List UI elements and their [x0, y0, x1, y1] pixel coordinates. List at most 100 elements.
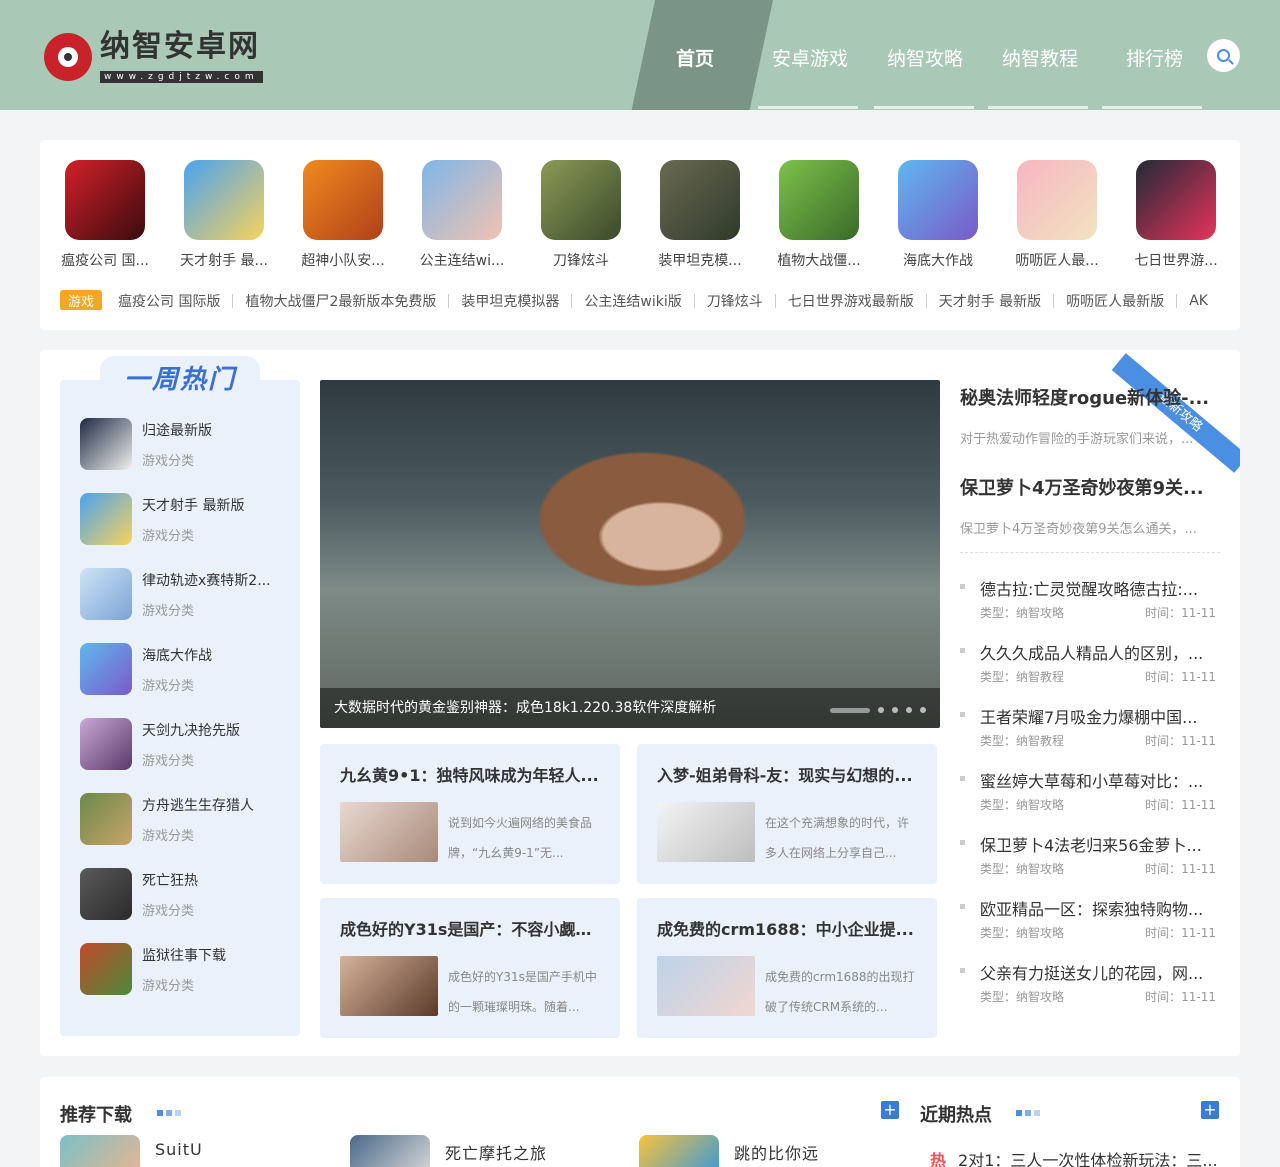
featured-desc: 对于热爱动作冒险的手游玩家们来说，... [960, 432, 1194, 447]
hot-item[interactable]: 死亡狂热 游戏分类 [80, 868, 290, 923]
recommend-name: SuitU [155, 1140, 203, 1159]
game-tile[interactable]: 海底大作战 [888, 160, 988, 270]
game-tile[interactable]: 植物大战僵... [769, 160, 869, 270]
game-name: 刀锋炫斗 [553, 253, 609, 269]
game-icon [422, 160, 502, 240]
hot-item[interactable]: 天才射手 最新版 游戏分类 [80, 493, 290, 548]
article-card-title[interactable]: 成免费的crm1688：中小企业提... [657, 916, 919, 940]
weekly-hot-header: 一周热门 [100, 356, 260, 404]
slider-dot[interactable] [920, 707, 926, 713]
article-card-thumb [340, 956, 438, 1016]
news-time: 时间：11-11 [1145, 926, 1216, 940]
news-type: 类型：纳智教程 [980, 734, 1065, 748]
nav-home[interactable]: 首页 [676, 44, 714, 71]
hot-item[interactable]: 方舟逃生生存猎人 游戏分类 [80, 793, 290, 848]
news-title[interactable]: 久久久成品人精品人的区别，... [980, 640, 1216, 664]
news-item[interactable]: 父亲有力挺送女儿的花园，网... 类型：纳智攻略 时间：11-11 [960, 960, 1220, 1010]
game-icon [779, 160, 859, 240]
game-tile[interactable]: 公主连结wi... [412, 160, 512, 270]
recommend-more-button[interactable]: + [881, 1101, 899, 1119]
hot-item-name: 天剑九决抢先版 [142, 723, 240, 739]
recommend-item[interactable]: 死亡摩托之旅 [350, 1135, 590, 1167]
nav-android-games[interactable]: 安卓游戏 [772, 44, 848, 71]
slider-image [320, 380, 940, 728]
featured-title[interactable]: 保卫萝卜4万圣奇妙夜第9关... [960, 474, 1216, 500]
news-type: 类型：纳智攻略 [980, 926, 1065, 940]
news-title[interactable]: 欧亚精品一区：探索独特购物... [980, 896, 1216, 920]
bullet-icon [960, 776, 965, 781]
tag-link[interactable]: 植物大战僵尸2最新版本免费版 [245, 291, 436, 311]
game-tile[interactable]: 装甲坦克模... [650, 160, 750, 270]
hot-item[interactable]: 律动轨迹x赛特斯2... 游戏分类 [80, 568, 290, 623]
hot-item[interactable]: 海底大作战 游戏分类 [80, 643, 290, 698]
recommend-item[interactable]: SuitU [60, 1135, 300, 1167]
hot-thumb [80, 418, 132, 470]
news-time: 时间：11-11 [1145, 734, 1216, 748]
main-panel: 一周热门 归途最新版 游戏分类 天才射手 最新版 游戏分类 律动轨迹x赛特斯2...… [40, 350, 1240, 1056]
slider-dot[interactable] [878, 707, 884, 713]
game-name: 瘟疫公司 国... [61, 253, 149, 269]
news-item[interactable]: 久久久成品人精品人的区别，... 类型：纳智教程 时间：11-11 [960, 640, 1220, 690]
news-title[interactable]: 父亲有力挺送女儿的花园，网... [980, 960, 1216, 984]
news-title[interactable]: 保卫萝卜4法老归来56金萝卜... [980, 832, 1216, 856]
game-tile[interactable]: 超神小队安... [293, 160, 393, 270]
slider-dot[interactable] [906, 707, 912, 713]
hot-item[interactable]: 归途最新版 游戏分类 [80, 418, 290, 473]
article-card-title[interactable]: 九幺黄9•1：独特风味成为年轻人... [340, 762, 602, 786]
game-tile[interactable]: 刀锋炫斗 [531, 160, 631, 270]
recommend-item[interactable]: 跳的比你远 [639, 1135, 879, 1167]
tag-link[interactable]: 瘟疫公司 国际版 [118, 291, 220, 311]
hot-item[interactable]: 监狱往事下载 游戏分类 [80, 943, 290, 998]
site-logo[interactable]: 纳智安卓网 www.zgdjtzw.com [44, 30, 263, 83]
game-tile[interactable]: 呖呖匠人最... [1007, 160, 1107, 270]
hot-item-category: 游戏分类 [142, 829, 195, 844]
nav-tutorials[interactable]: 纳智教程 [1002, 44, 1078, 71]
slider-dots [830, 707, 926, 713]
featured-title[interactable]: 秘奥法师轻度rogue新体验-... [960, 384, 1216, 410]
tag-link[interactable]: 七日世界游戏最新版 [788, 291, 914, 311]
nav-rankings[interactable]: 排行榜 [1126, 44, 1183, 71]
featured-slider[interactable]: 大数据时代的黄金鉴别神器：成色18k1.220.38软件深度解析 [320, 380, 940, 728]
hot-item-category: 游戏分类 [142, 979, 195, 994]
recent-hot-more-button[interactable]: + [1201, 1101, 1219, 1119]
game-tile[interactable]: 七日世界游... [1126, 160, 1226, 270]
recent-hot-item[interactable]: 热 2对1：三人一次性体检新玩法：三... [930, 1147, 1230, 1167]
tag-link[interactable]: 呖呖匠人最新版 [1066, 291, 1164, 311]
article-card[interactable]: 成免费的crm1688：中小企业提... 成免费的crm1688的出现打破了传统C… [637, 898, 937, 1038]
news-title[interactable]: 德古拉:亡灵觉醒攻略德古拉:... [980, 576, 1216, 600]
hot-item[interactable]: 天剑九决抢先版 游戏分类 [80, 718, 290, 773]
slider-dot[interactable] [892, 707, 898, 713]
news-title[interactable]: 蜜丝婷大草莓和小草莓对比：... [980, 768, 1216, 792]
tag-link[interactable]: 天才射手 最新版 [939, 291, 1041, 311]
recent-hot-item-title: 2对1：三人一次性体检新玩法：三... [958, 1151, 1218, 1167]
article-card-title[interactable]: 成色好的Y31s是国产：不容小觑的... [340, 916, 602, 940]
tag-separator [232, 293, 234, 308]
nav-guides[interactable]: 纳智攻略 [887, 44, 963, 71]
recommend-thumb [639, 1135, 719, 1167]
article-card[interactable]: 九幺黄9•1：独特风味成为年轻人... 说到如今火遍网络的美食品牌，“九幺黄9-1… [320, 744, 620, 884]
hot-thumb [80, 868, 132, 920]
tag-link[interactable]: 装甲坦克模拟器 [461, 291, 559, 311]
news-item[interactable]: 保卫萝卜4法老归来56金萝卜... 类型：纳智攻略 时间：11-11 [960, 832, 1220, 882]
news-item[interactable]: 蜜丝婷大草莓和小草莓对比：... 类型：纳智攻略 时间：11-11 [960, 768, 1220, 818]
game-tile[interactable]: 瘟疫公司 国... [55, 160, 155, 270]
news-item[interactable]: 欧亚精品一区：探索独特购物... 类型：纳智攻略 时间：11-11 [960, 896, 1220, 946]
article-card-desc: 说到如今火遍网络的美食品牌，“九幺黄9-1”无... [448, 816, 593, 860]
tag-link[interactable]: 公主连结wiki版 [584, 291, 681, 311]
game-icon [1017, 160, 1097, 240]
nav-divider [758, 106, 858, 109]
article-card-title[interactable]: 入梦-姐弟骨科-友：现实与幻想的... [657, 762, 919, 786]
search-button[interactable] [1207, 39, 1240, 72]
news-item[interactable]: 德古拉:亡灵觉醒攻略德古拉:... 类型：纳智攻略 时间：11-11 [960, 576, 1220, 626]
article-card[interactable]: 成色好的Y31s是国产：不容小觑的... 成色好的Y31s是国产手机中的一颗璀璨明… [320, 898, 620, 1038]
tag-category-badge: 游戏 [60, 290, 103, 310]
game-tile[interactable]: 天才射手 最... [174, 160, 274, 270]
slider-dot[interactable] [830, 707, 870, 713]
news-title[interactable]: 王者荣耀7月吸金力爆棚中国... [980, 704, 1216, 728]
divider [960, 552, 1220, 553]
news-item[interactable]: 王者荣耀7月吸金力爆棚中国... 类型：纳智教程 时间：11-11 [960, 704, 1220, 754]
search-icon [1217, 49, 1230, 62]
tag-link[interactable]: AK [1189, 293, 1208, 309]
tag-link[interactable]: 刀锋炫斗 [707, 291, 763, 311]
article-card[interactable]: 入梦-姐弟骨科-友：现实与幻想的... 在这个充满想象的时代，许多人在网络上分享自… [637, 744, 937, 884]
